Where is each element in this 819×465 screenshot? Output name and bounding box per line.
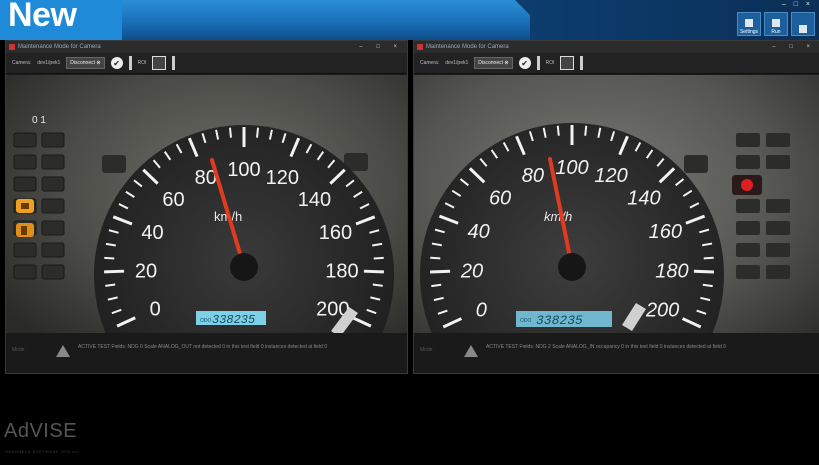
status-bar: Mode ACTIVE TEST Fields: NDG 2 Scale ANA…: [414, 333, 819, 373]
odometer-label: ODO: [200, 318, 212, 324]
company-name: HANDHELD SOFTWARE USA Inc.: [5, 449, 81, 454]
major-tick: [693, 269, 714, 274]
camera-value: dev1/pek1: [445, 60, 469, 66]
toolbar-separator: [536, 56, 540, 70]
speed-label: 20: [460, 260, 483, 282]
extra-icon: [799, 25, 807, 33]
settings-button[interactable]: Settings: [737, 12, 761, 36]
airbag-lamp-icon: [741, 179, 753, 191]
minor-tick: [373, 256, 384, 260]
minor-tick: [256, 127, 260, 138]
camera-window-right: Maintenance Mode for Camera – □ × Camera…: [413, 40, 819, 374]
topbar-buttons: Settings Run: [737, 12, 815, 36]
engine-lamp-glyph: [21, 203, 29, 209]
speed-label: 80: [522, 165, 544, 187]
window-title: Maintenance Mode for Camera: [426, 44, 509, 50]
needle-hub: [558, 253, 586, 281]
roi-toggle[interactable]: [152, 56, 167, 70]
window-titlebar[interactable]: Maintenance Mode for Camera – □ ×: [6, 41, 407, 53]
warning-icon: [56, 345, 70, 357]
minor-tick: [372, 283, 383, 287]
app-window-controls[interactable]: – □ ×: [782, 1, 813, 8]
status-mode-label: Mode: [12, 347, 25, 353]
run-icon: [772, 19, 780, 27]
status-bar: Mode ACTIVE TEST Fields: NDG 0 Scale ANA…: [6, 333, 407, 373]
minor-tick: [584, 125, 588, 136]
speed-label: 160: [319, 222, 352, 244]
trip-readout: 0 1: [32, 115, 46, 126]
camera-window-left: Maintenance Mode for Camera – □ × Camera…: [5, 40, 408, 374]
disconnect-button[interactable]: Disconnect ⊗: [66, 57, 105, 69]
speed-label: 20: [135, 260, 157, 282]
speed-label: 200: [645, 299, 679, 321]
toolbar-separator: [580, 56, 584, 70]
speed-label: 0: [150, 298, 161, 320]
minor-tick: [430, 256, 441, 260]
speed-label: 160: [649, 221, 682, 243]
minor-tick: [556, 125, 560, 136]
needle-hub: [230, 253, 258, 281]
camera-toolbar: Camera: dev1/pek1 Disconnect ⊗ ✔ ROI: [414, 53, 819, 74]
toolbar-separator: [128, 56, 132, 70]
odometer-value: 338235: [536, 313, 583, 328]
speed-label: 100: [227, 159, 260, 181]
major-tick: [430, 269, 451, 274]
window-titlebar[interactable]: Maintenance Mode for Camera – □ ×: [414, 41, 819, 53]
speed-unit: km/h: [544, 209, 572, 224]
camera-value: dev1/pek1: [37, 60, 61, 66]
check-icon[interactable]: ✔: [110, 57, 123, 69]
camera-feed-right: 0 20 40 60 80 100 120 140 160 180 200 km/h ODO 338…: [414, 75, 819, 359]
speed-label: 60: [162, 189, 184, 211]
speed-label: 40: [141, 222, 163, 244]
minor-tick: [431, 283, 442, 288]
extra-button[interactable]: [791, 12, 815, 36]
advise-logo: AdVISE: [4, 420, 78, 442]
speed-label: 60: [489, 188, 511, 210]
speed-label: 140: [298, 189, 331, 211]
speed-label: 40: [468, 221, 490, 243]
major-tick: [363, 269, 384, 274]
status-mode-label: Mode: [420, 347, 433, 353]
minor-tick: [228, 127, 232, 138]
speed-label: 180: [325, 260, 358, 282]
odometer-value: 338235: [212, 313, 255, 327]
run-button[interactable]: Run: [764, 12, 788, 36]
window-controls[interactable]: – □ ×: [359, 44, 403, 50]
window-controls[interactable]: – □ ×: [772, 44, 816, 50]
minor-tick: [104, 256, 115, 260]
speed-label: 120: [594, 165, 627, 187]
window-title: Maintenance Mode for Camera: [18, 44, 101, 50]
app-topbar: – □ × Settings Run: [0, 0, 819, 40]
speed-label: 180: [655, 260, 688, 282]
app-icon: [417, 44, 423, 50]
speed-label: 100: [555, 157, 588, 179]
major-tick: [104, 269, 125, 274]
check-icon[interactable]: ✔: [518, 57, 531, 69]
toolbar-separator: [172, 56, 176, 70]
camera-toolbar: Camera: dev1/pek1 Disconnect ⊗ ✔ ROI: [6, 53, 407, 74]
minor-tick: [702, 283, 713, 288]
minor-tick: [703, 256, 714, 260]
speed-label: 0: [476, 299, 487, 321]
status-message: ACTIVE TEST Fields: NDG 0 Scale ANALOG_O…: [78, 344, 328, 350]
speed-label: 120: [266, 167, 299, 189]
warning-icon: [464, 345, 478, 357]
new-badge-text: New: [8, 0, 77, 34]
settings-icon: [745, 19, 753, 27]
speed-label: 140: [627, 188, 660, 210]
app-icon: [9, 44, 15, 50]
odometer-label: ODO: [520, 318, 532, 324]
camera-feed-left: 0 1 020406080100120140160180200 km/h ODO…: [6, 75, 407, 359]
roi-label: ROI: [545, 60, 555, 66]
camera-label: Camera:: [420, 60, 440, 66]
new-badge: New: [0, 0, 122, 40]
roi-toggle[interactable]: [560, 56, 575, 70]
status-message: ACTIVE TEST Fields: NDG 2 Scale ANALOG_I…: [486, 344, 726, 350]
camera-label: Camera:: [12, 60, 32, 66]
fuel-lamp-glyph: [21, 226, 27, 235]
roi-label: ROI: [137, 60, 147, 66]
minor-tick: [105, 283, 116, 287]
disconnect-button[interactable]: Disconnect ⊗: [474, 57, 513, 69]
